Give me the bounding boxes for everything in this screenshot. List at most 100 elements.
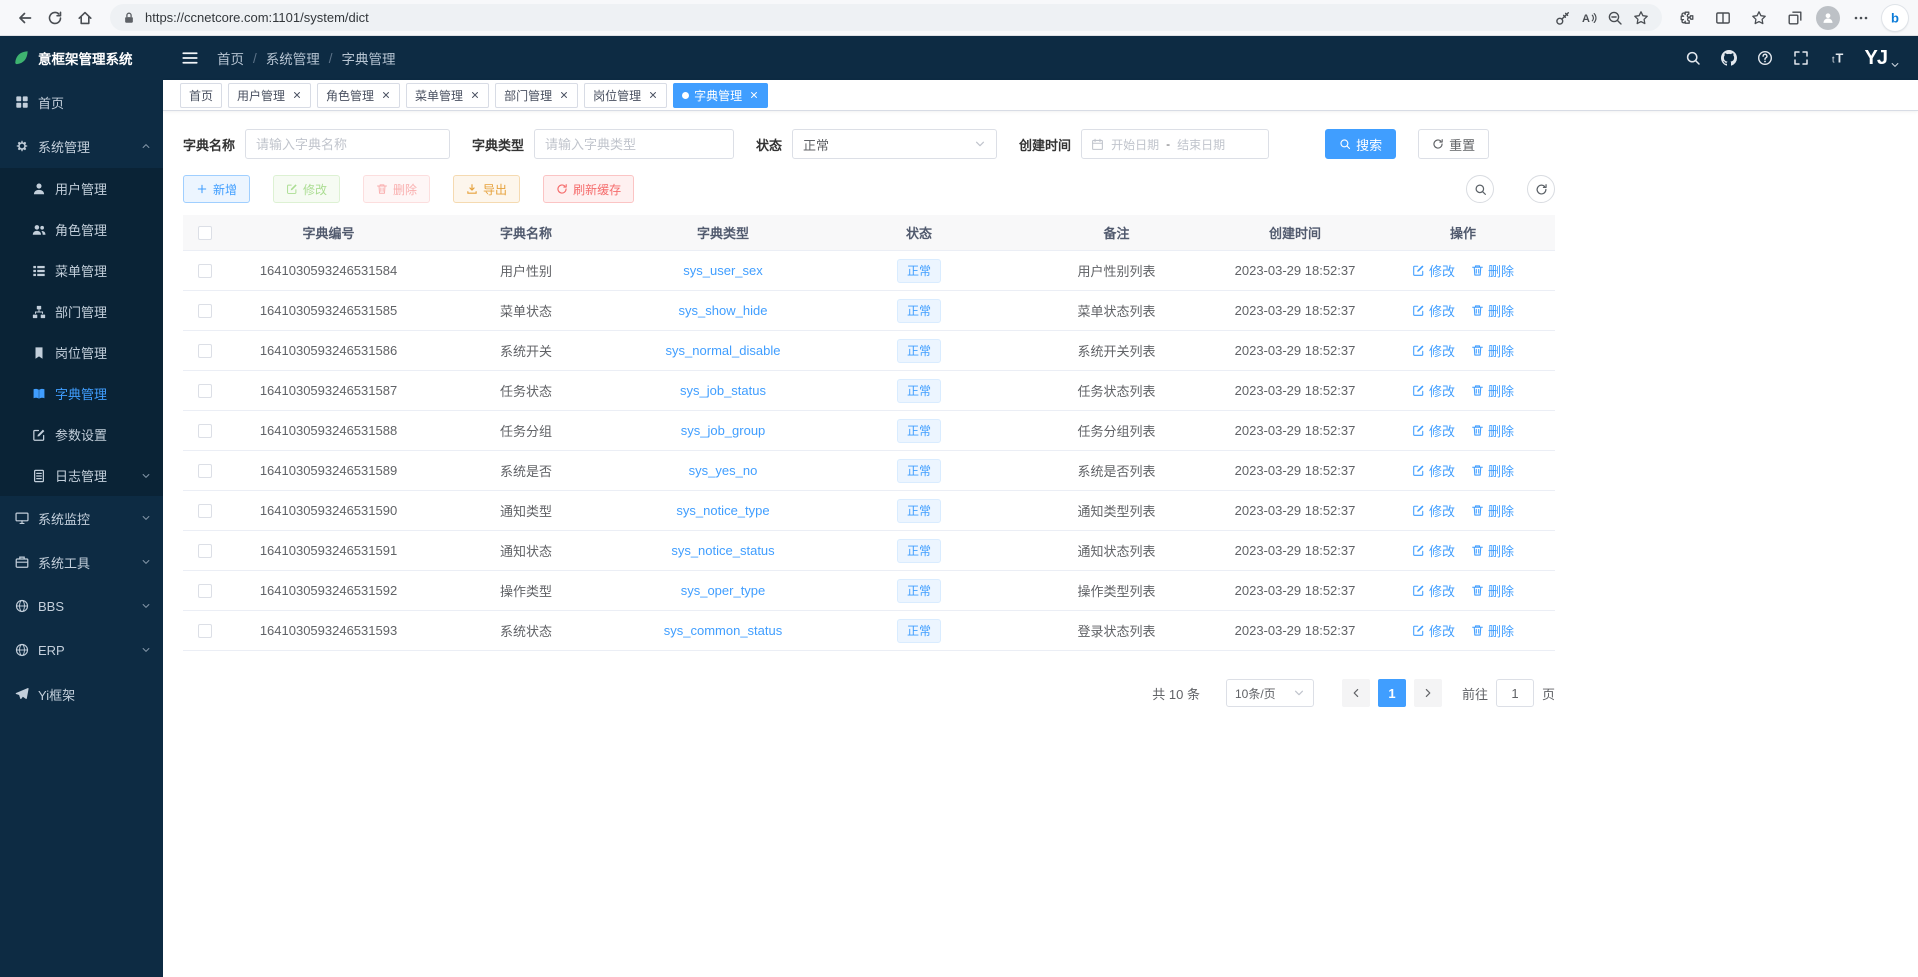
- row-delete-link[interactable]: 删除: [1471, 301, 1514, 320]
- row-delete-link[interactable]: 删除: [1471, 341, 1514, 360]
- fontsize-icon[interactable]: tT: [1829, 50, 1845, 66]
- dict-type-link[interactable]: sys_common_status: [664, 623, 783, 638]
- goto-page-input[interactable]: [1496, 679, 1534, 707]
- row-checkbox[interactable]: [198, 464, 212, 478]
- sidebar-item[interactable]: ERP: [0, 628, 163, 672]
- sidebar-item[interactable]: 用户管理: [0, 168, 163, 209]
- page-size-select[interactable]: 10条/页: [1226, 679, 1314, 707]
- row-delete-link[interactable]: 删除: [1471, 501, 1514, 520]
- lock-icon[interactable]: [122, 11, 136, 25]
- dict-type-input[interactable]: [534, 129, 734, 159]
- row-edit-link[interactable]: 修改: [1412, 541, 1455, 560]
- tab[interactable]: 用户管理: [228, 83, 311, 108]
- sidebar-item[interactable]: 菜单管理: [0, 250, 163, 291]
- app-logo[interactable]: 意框架管理系统: [0, 36, 163, 80]
- row-checkbox[interactable]: [198, 584, 212, 598]
- row-checkbox[interactable]: [198, 624, 212, 638]
- dict-type-link[interactable]: sys_oper_type: [681, 583, 766, 598]
- row-edit-link[interactable]: 修改: [1412, 301, 1455, 320]
- refresh-cache-button[interactable]: 刷新缓存: [543, 175, 634, 203]
- read-aloud-button[interactable]: A: [1576, 6, 1602, 30]
- row-edit-link[interactable]: 修改: [1412, 581, 1455, 600]
- dict-type-link[interactable]: sys_notice_type: [676, 503, 769, 518]
- password-key-button[interactable]: [1550, 6, 1576, 30]
- sidebar-item[interactable]: 系统工具: [0, 540, 163, 584]
- close-icon[interactable]: [559, 90, 569, 100]
- row-checkbox[interactable]: [198, 424, 212, 438]
- edit-button[interactable]: 修改: [273, 175, 340, 203]
- sidebar-item[interactable]: 字典管理: [0, 373, 163, 414]
- browser-refresh-button[interactable]: [40, 3, 70, 33]
- row-checkbox[interactable]: [198, 544, 212, 558]
- close-icon[interactable]: [648, 90, 658, 100]
- next-page-button[interactable]: [1414, 679, 1442, 707]
- dict-type-link[interactable]: sys_yes_no: [689, 463, 758, 478]
- dict-type-link[interactable]: sys_normal_disable: [666, 343, 781, 358]
- question-icon[interactable]: [1757, 50, 1773, 66]
- zoom-button[interactable]: [1602, 6, 1628, 30]
- export-button[interactable]: 导出: [453, 175, 520, 203]
- row-edit-link[interactable]: 修改: [1412, 261, 1455, 280]
- search-icon[interactable]: [1685, 50, 1701, 66]
- row-delete-link[interactable]: 删除: [1471, 381, 1514, 400]
- row-delete-link[interactable]: 删除: [1471, 461, 1514, 480]
- github-icon[interactable]: [1721, 50, 1737, 66]
- corner-logo[interactable]: YJ: [1865, 48, 1900, 68]
- row-edit-link[interactable]: 修改: [1412, 421, 1455, 440]
- sidebar-item[interactable]: Yi框架: [0, 672, 163, 716]
- tab[interactable]: 岗位管理: [584, 83, 667, 108]
- dict-type-link[interactable]: sys_job_status: [680, 383, 766, 398]
- row-delete-link[interactable]: 删除: [1471, 581, 1514, 600]
- row-delete-link[interactable]: 删除: [1471, 421, 1514, 440]
- split-screen-button[interactable]: [1708, 3, 1738, 33]
- row-edit-link[interactable]: 修改: [1412, 381, 1455, 400]
- row-edit-link[interactable]: 修改: [1412, 621, 1455, 640]
- browser-home-button[interactable]: [70, 3, 100, 33]
- browser-menu-button[interactable]: [1846, 3, 1876, 33]
- date-range-picker[interactable]: 开始日期 - 结束日期: [1081, 129, 1269, 159]
- row-edit-link[interactable]: 修改: [1412, 341, 1455, 360]
- sidebar-item[interactable]: 参数设置: [0, 414, 163, 455]
- tab[interactable]: 菜单管理: [406, 83, 489, 108]
- dict-type-link[interactable]: sys_notice_status: [671, 543, 774, 558]
- tab[interactable]: 字典管理: [673, 83, 768, 108]
- tab[interactable]: 部门管理: [495, 83, 578, 108]
- favorites-button[interactable]: [1744, 3, 1774, 33]
- dict-type-link[interactable]: sys_job_group: [681, 423, 766, 438]
- row-edit-link[interactable]: 修改: [1412, 501, 1455, 520]
- row-checkbox[interactable]: [198, 344, 212, 358]
- bing-copilot-icon[interactable]: b: [1882, 5, 1908, 31]
- dict-type-link[interactable]: sys_user_sex: [683, 263, 762, 278]
- row-checkbox[interactable]: [198, 304, 212, 318]
- sidebar-item[interactable]: 系统管理: [0, 124, 163, 168]
- breadcrumb-section[interactable]: 系统管理: [266, 48, 320, 68]
- close-icon[interactable]: [381, 90, 391, 100]
- sidebar-item[interactable]: 岗位管理: [0, 332, 163, 373]
- fullscreen-icon[interactable]: [1793, 50, 1809, 66]
- browser-back-button[interactable]: [10, 3, 40, 33]
- show-search-button[interactable]: [1466, 175, 1494, 203]
- tab[interactable]: 首页: [180, 83, 222, 108]
- close-icon[interactable]: [749, 90, 759, 100]
- sidebar-item[interactable]: 首页: [0, 80, 163, 124]
- search-button[interactable]: 搜索: [1325, 129, 1396, 159]
- hamburger-icon[interactable]: [181, 49, 199, 67]
- sidebar-item[interactable]: 日志管理: [0, 455, 163, 496]
- select-all-checkbox[interactable]: [198, 226, 212, 240]
- collections-button[interactable]: [1780, 3, 1810, 33]
- dict-name-input[interactable]: [245, 129, 450, 159]
- row-checkbox[interactable]: [198, 384, 212, 398]
- row-delete-link[interactable]: 删除: [1471, 541, 1514, 560]
- row-delete-link[interactable]: 删除: [1471, 261, 1514, 280]
- reset-button[interactable]: 重置: [1418, 129, 1489, 159]
- refresh-table-button[interactable]: [1527, 175, 1555, 203]
- browser-profile-avatar[interactable]: [1816, 6, 1840, 30]
- sidebar-item[interactable]: 角色管理: [0, 209, 163, 250]
- row-checkbox[interactable]: [198, 504, 212, 518]
- status-select[interactable]: 正常: [792, 129, 997, 159]
- close-icon[interactable]: [292, 90, 302, 100]
- close-icon[interactable]: [470, 90, 480, 100]
- row-delete-link[interactable]: 删除: [1471, 621, 1514, 640]
- tab[interactable]: 角色管理: [317, 83, 400, 108]
- delete-button[interactable]: 删除: [363, 175, 430, 203]
